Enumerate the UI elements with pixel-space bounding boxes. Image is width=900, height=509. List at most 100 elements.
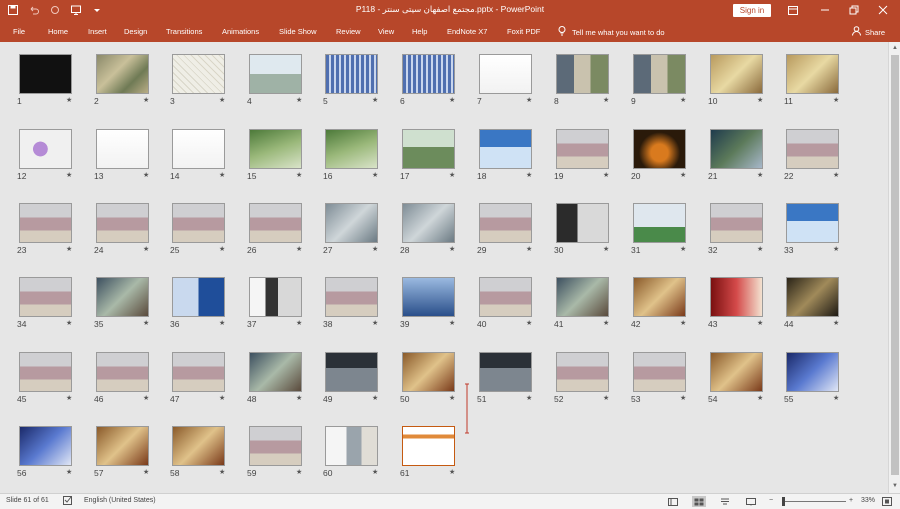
transition-star-icon[interactable]: ★ bbox=[143, 245, 149, 253]
slide-thumbnail[interactable]: 2 ★ bbox=[93, 54, 155, 109]
transition-star-icon[interactable]: ★ bbox=[680, 171, 686, 179]
transition-star-icon[interactable]: ★ bbox=[680, 245, 686, 253]
transition-star-icon[interactable]: ★ bbox=[757, 171, 763, 179]
slide-preview-image[interactable] bbox=[19, 54, 72, 94]
slide-thumbnail[interactable]: 12 ★ bbox=[16, 129, 78, 184]
transition-star-icon[interactable]: ★ bbox=[66, 96, 72, 104]
transition-star-icon[interactable]: ★ bbox=[372, 319, 378, 327]
tab-transitions[interactable]: Transitions bbox=[166, 27, 202, 36]
slide-preview-image[interactable] bbox=[19, 203, 72, 243]
slide-sorter-view-icon[interactable] bbox=[692, 496, 706, 507]
slide-thumbnail[interactable]: 4 ★ bbox=[246, 54, 308, 109]
slide-thumbnail[interactable]: 44 ★ bbox=[783, 277, 845, 332]
slide-preview-image[interactable] bbox=[325, 129, 378, 169]
transition-star-icon[interactable]: ★ bbox=[526, 245, 532, 253]
slide-preview-image[interactable] bbox=[710, 352, 763, 392]
transition-star-icon[interactable]: ★ bbox=[526, 394, 532, 402]
slide-thumbnail[interactable]: 43 ★ bbox=[707, 277, 769, 332]
slide-thumbnail[interactable]: 34 ★ bbox=[16, 277, 78, 332]
language-indicator[interactable]: English (United States) bbox=[84, 497, 156, 504]
slide-thumbnail[interactable]: 50 ★ bbox=[399, 352, 461, 407]
slide-thumbnail[interactable]: 1 ★ bbox=[16, 54, 78, 109]
vertical-scrollbar[interactable]: ▲ ▼ bbox=[888, 42, 900, 493]
slide-thumbnail[interactable]: 40 ★ bbox=[476, 277, 538, 332]
slide-thumbnail[interactable]: 5 ★ bbox=[322, 54, 384, 109]
slide-thumbnail[interactable]: 60 ★ bbox=[322, 426, 384, 481]
transition-star-icon[interactable]: ★ bbox=[603, 319, 609, 327]
transition-star-icon[interactable]: ★ bbox=[603, 96, 609, 104]
slide-thumbnail[interactable]: 53 ★ bbox=[630, 352, 692, 407]
transition-star-icon[interactable]: ★ bbox=[296, 394, 302, 402]
transition-star-icon[interactable]: ★ bbox=[143, 171, 149, 179]
transition-star-icon[interactable]: ★ bbox=[219, 319, 225, 327]
reading-view-icon[interactable] bbox=[718, 496, 732, 507]
transition-star-icon[interactable]: ★ bbox=[296, 319, 302, 327]
transition-star-icon[interactable]: ★ bbox=[66, 245, 72, 253]
slide-thumbnail[interactable]: 45 ★ bbox=[16, 352, 78, 407]
transition-star-icon[interactable]: ★ bbox=[680, 394, 686, 402]
slide-preview-image[interactable] bbox=[556, 54, 609, 94]
slide-thumbnail[interactable]: 47 ★ bbox=[169, 352, 231, 407]
slide-preview-image[interactable] bbox=[633, 54, 686, 94]
transition-star-icon[interactable]: ★ bbox=[757, 96, 763, 104]
slide-preview-image[interactable] bbox=[249, 426, 302, 466]
slide-preview-image[interactable] bbox=[479, 352, 532, 392]
transition-star-icon[interactable]: ★ bbox=[372, 96, 378, 104]
slide-thumbnail[interactable]: 30 ★ bbox=[553, 203, 615, 258]
transition-star-icon[interactable]: ★ bbox=[603, 245, 609, 253]
slide-preview-image[interactable] bbox=[786, 129, 839, 169]
slide-thumbnail[interactable]: 38 ★ bbox=[322, 277, 384, 332]
slide-preview-image[interactable] bbox=[479, 54, 532, 94]
slide-preview-image[interactable] bbox=[172, 129, 225, 169]
slide-preview-image[interactable] bbox=[402, 426, 455, 466]
slide-thumbnail[interactable]: 3 ★ bbox=[169, 54, 231, 109]
zoom-level[interactable]: 33% bbox=[861, 497, 875, 504]
slide-thumbnail[interactable]: 49 ★ bbox=[322, 352, 384, 407]
normal-view-icon[interactable] bbox=[666, 496, 680, 507]
transition-star-icon[interactable]: ★ bbox=[66, 468, 72, 476]
transition-star-icon[interactable]: ★ bbox=[219, 394, 225, 402]
slide-thumbnail[interactable]: 37 ★ bbox=[246, 277, 308, 332]
scrollbar-thumb[interactable] bbox=[891, 55, 899, 475]
tab-animations[interactable]: Animations bbox=[222, 27, 259, 36]
slide-preview-image[interactable] bbox=[325, 426, 378, 466]
transition-star-icon[interactable]: ★ bbox=[372, 394, 378, 402]
transition-star-icon[interactable]: ★ bbox=[143, 96, 149, 104]
slide-thumbnail[interactable]: 46 ★ bbox=[93, 352, 155, 407]
slide-thumbnail[interactable]: 16 ★ bbox=[322, 129, 384, 184]
slide-thumbnail[interactable]: 8 ★ bbox=[553, 54, 615, 109]
zoom-in-icon[interactable]: + bbox=[849, 497, 853, 504]
slide-preview-image[interactable] bbox=[479, 277, 532, 317]
transition-star-icon[interactable]: ★ bbox=[449, 96, 455, 104]
transition-star-icon[interactable]: ★ bbox=[449, 394, 455, 402]
transition-star-icon[interactable]: ★ bbox=[680, 96, 686, 104]
transition-star-icon[interactable]: ★ bbox=[833, 394, 839, 402]
scroll-up-icon[interactable]: ▲ bbox=[891, 44, 899, 52]
slide-thumbnail[interactable]: 9 ★ bbox=[630, 54, 692, 109]
slide-preview-image[interactable] bbox=[19, 352, 72, 392]
slide-thumbnail[interactable]: 31 ★ bbox=[630, 203, 692, 258]
slide-thumbnail[interactable]: 14 ★ bbox=[169, 129, 231, 184]
slide-thumbnail[interactable]: 23 ★ bbox=[16, 203, 78, 258]
slide-preview-image[interactable] bbox=[479, 203, 532, 243]
slide-thumbnail[interactable]: 11 ★ bbox=[783, 54, 845, 109]
transition-star-icon[interactable]: ★ bbox=[833, 171, 839, 179]
slide-thumbnail[interactable]: 26 ★ bbox=[246, 203, 308, 258]
slide-preview-image[interactable] bbox=[19, 426, 72, 466]
slide-preview-image[interactable] bbox=[172, 352, 225, 392]
transition-star-icon[interactable]: ★ bbox=[757, 394, 763, 402]
slide-thumbnail[interactable]: 27 ★ bbox=[322, 203, 384, 258]
transition-star-icon[interactable]: ★ bbox=[296, 245, 302, 253]
transition-star-icon[interactable]: ★ bbox=[526, 171, 532, 179]
slide-preview-image[interactable] bbox=[633, 129, 686, 169]
tab-insert[interactable]: Insert bbox=[88, 27, 107, 36]
slide-thumbnail[interactable]: 32 ★ bbox=[707, 203, 769, 258]
restore-icon[interactable] bbox=[847, 3, 861, 17]
slide-preview-image[interactable] bbox=[249, 352, 302, 392]
slide-preview-image[interactable] bbox=[249, 203, 302, 243]
slide-thumbnail[interactable]: 57 ★ bbox=[93, 426, 155, 481]
transition-star-icon[interactable]: ★ bbox=[603, 171, 609, 179]
transition-star-icon[interactable]: ★ bbox=[219, 171, 225, 179]
transition-star-icon[interactable]: ★ bbox=[66, 319, 72, 327]
slide-preview-image[interactable] bbox=[96, 129, 149, 169]
